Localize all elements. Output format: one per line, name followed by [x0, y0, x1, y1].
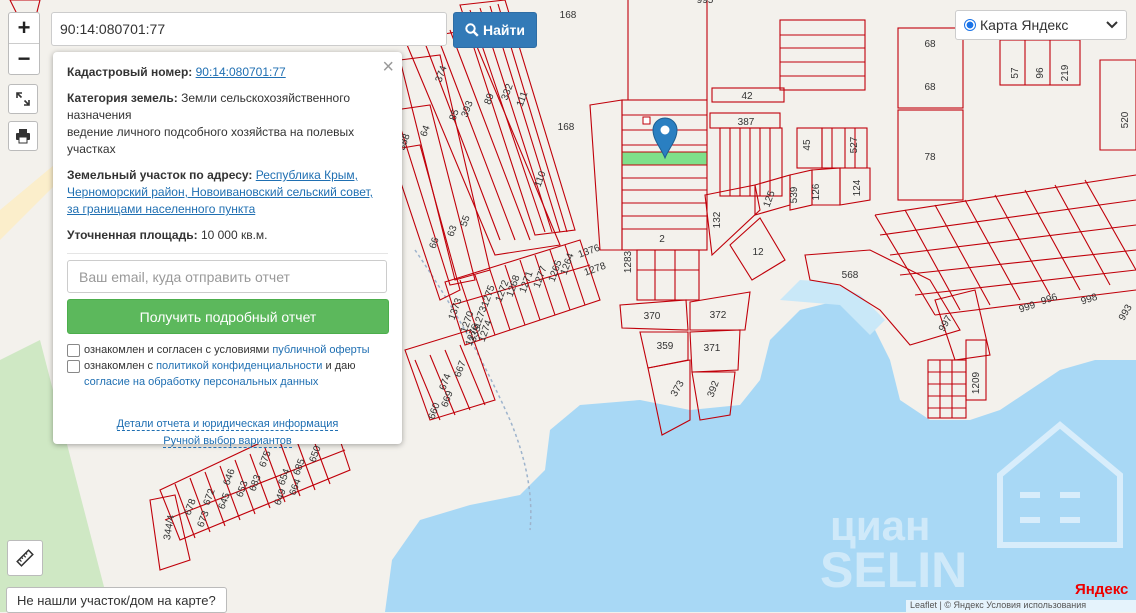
provider-logo-text: Яндекс	[1075, 581, 1129, 598]
parcel-label: 168	[558, 122, 575, 133]
privacy-consent-tail: и даю	[325, 360, 356, 372]
cadastral-number-row: Кадастровый номер: 90:14:080701:77	[67, 64, 388, 81]
email-input[interactable]	[67, 260, 387, 293]
get-report-button[interactable]: Получить подробный отчет	[67, 299, 389, 334]
land-category-label: Категория земель:	[67, 91, 178, 105]
chevron-down-icon	[1106, 21, 1118, 29]
area-value: 10 000 кв.м.	[200, 228, 268, 242]
privacy-consent-label: ознакомлен с	[84, 360, 154, 372]
map-attribution: Leaflet | © Яндекс Условия использования	[906, 600, 1136, 612]
privacy-consent-text: ознакомлен с политикой конфиденциальност…	[84, 358, 356, 390]
parcel-label: 520	[1120, 111, 1131, 128]
measure-button[interactable]	[7, 540, 43, 576]
parcel-label: 995	[697, 0, 714, 6]
offer-consent-checkbox[interactable]	[67, 344, 80, 357]
manual-selection-link[interactable]: Ручной выбор вариантов	[163, 435, 292, 448]
parcel-info-panel: × Кадастровый номер: 90:14:080701:77 Кат…	[53, 52, 402, 448]
data-processing-link[interactable]: согласие на обработку персональных данны…	[84, 376, 318, 388]
divider	[67, 253, 388, 254]
parcel-label: 124	[852, 179, 863, 196]
parcel-label: 1283	[623, 250, 634, 273]
area-label: Уточненная площадь:	[67, 228, 198, 242]
zoom-in-button[interactable]: +	[9, 13, 39, 43]
parcel-label: 568	[842, 270, 859, 281]
zoom-control: + −	[8, 12, 40, 75]
area-row: Уточненная площадь: 10 000 кв.м.	[67, 227, 388, 244]
parcel-label: 168	[560, 10, 577, 21]
search-button-label: Найти	[483, 22, 525, 38]
printer-icon	[16, 129, 30, 144]
parcel-label: 539	[789, 186, 800, 203]
zoom-out-button[interactable]: −	[9, 43, 39, 74]
parcel-label: 527	[849, 136, 860, 153]
print-button[interactable]	[8, 121, 38, 151]
not-found-button[interactable]: Не нашли участок/дом на карте?	[6, 587, 227, 613]
parcel-label: 45	[802, 139, 813, 151]
report-details-link[interactable]: Детали отчета и юридическая информация	[116, 418, 339, 431]
cadastral-search-input[interactable]	[51, 12, 447, 46]
land-category-row: Категория земель: Земли сельскохозяйстве…	[67, 90, 388, 158]
expand-icon	[16, 92, 30, 106]
parcel-marker-square	[642, 116, 651, 125]
map-layer-selector[interactable]: Карта Яндекс	[955, 10, 1127, 40]
parcel-label: 96	[1035, 67, 1046, 79]
address-label: Земельный участок по адресу:	[67, 168, 253, 182]
search-icon	[465, 23, 479, 37]
address-row: Земельный участок по адресу: Республика …	[67, 167, 388, 218]
map-layer-label: Карта Яндекс	[980, 17, 1069, 33]
offer-consent-label: ознакомлен и согласен с условиями	[84, 344, 270, 356]
offer-consent-text: ознакомлен и согласен с условиями публич…	[84, 342, 370, 358]
parcel-label: 68	[924, 82, 936, 93]
close-icon[interactable]: ×	[382, 56, 394, 78]
parcel-label: 359	[657, 341, 674, 352]
parcel-label: 12	[752, 247, 764, 258]
parcel-label: 371	[704, 343, 721, 354]
public-offer-link[interactable]: публичной оферты	[272, 344, 369, 356]
parcel-label: 1209	[971, 371, 982, 394]
parcel-label: 372	[710, 310, 727, 321]
parcel-label: 78	[924, 152, 936, 163]
parcel-label: 57	[1010, 67, 1021, 79]
cadastral-number-link[interactable]: 90:14:080701:77	[196, 65, 286, 79]
parcel-label: 219	[1060, 64, 1071, 81]
parcel-label: 387	[738, 117, 755, 128]
ruler-icon	[16, 549, 34, 567]
land-usage-value: ведение личного подсобного хозяйства на …	[67, 125, 355, 156]
privacy-policy-link[interactable]: политикой конфиденциальности	[156, 360, 322, 372]
panel-footer-links: Детали отчета и юридическая информация Р…	[67, 416, 388, 450]
privacy-consent-row: ознакомлен с политикой конфиденциальност…	[67, 358, 388, 390]
fullscreen-button[interactable]	[8, 84, 38, 114]
offer-consent-row: ознакомлен и согласен с условиями публич…	[67, 342, 388, 358]
search-button[interactable]: Найти	[453, 12, 537, 48]
parcel-label: 2	[659, 234, 665, 245]
cadastral-number-label: Кадастровый номер:	[67, 65, 193, 79]
parcel-label: 68	[924, 39, 936, 50]
parcel-label: 126	[811, 183, 822, 200]
parcel-label: 370	[644, 311, 661, 322]
privacy-consent-checkbox[interactable]	[67, 360, 80, 373]
parcel-label: 42	[741, 91, 753, 102]
parcel-label: 132	[712, 211, 723, 228]
radio-selected-icon	[964, 19, 976, 31]
provider-logo: Яндекс	[1075, 581, 1128, 598]
